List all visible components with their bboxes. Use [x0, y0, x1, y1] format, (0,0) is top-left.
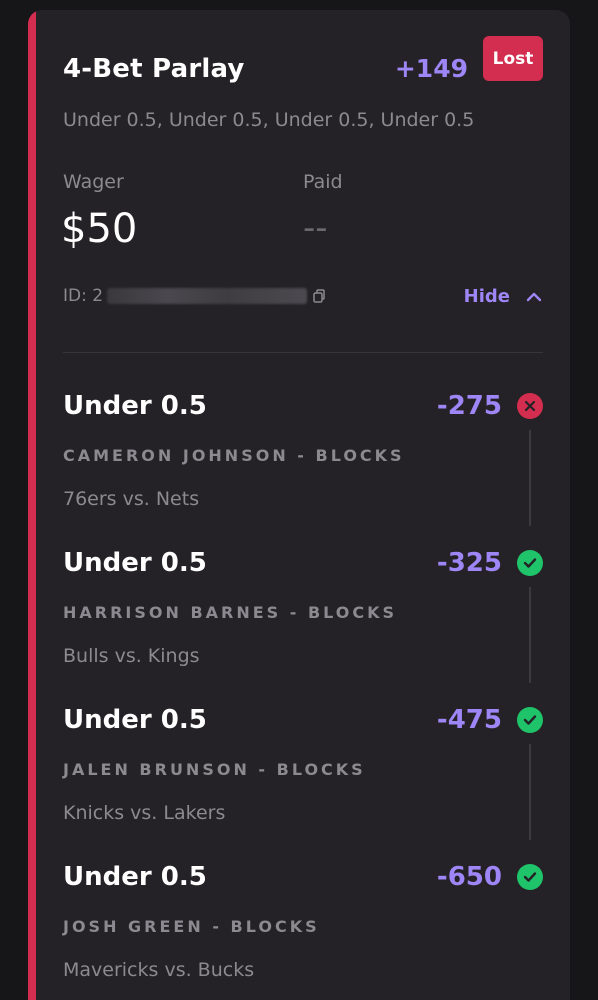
leg-player: Jalen Brunson - Blocks — [63, 760, 366, 779]
leg-player: Josh Green - Blocks — [63, 917, 320, 936]
leg-selection: Under 0.5 — [63, 862, 207, 892]
leg-game: Mavericks vs. Bucks — [63, 959, 255, 981]
x-circle-icon — [517, 393, 543, 419]
bet-card: 4-Bet Parlay +149 Lost Under 0.5, Under … — [28, 10, 570, 1000]
leg-item[interactable]: Under 0.5 -650 Josh Green - Blocks Maver… — [63, 862, 543, 1000]
leg-selection: Under 0.5 — [63, 705, 207, 735]
bet-id-redacted — [107, 288, 308, 304]
leg-odds: -475 — [436, 705, 502, 735]
hide-toggle-button[interactable]: Hide — [464, 286, 542, 307]
paid-value: -- — [303, 208, 328, 248]
leg-game: 76ers vs. Nets — [63, 488, 200, 510]
check-circle-icon — [517, 707, 543, 733]
leg-player: Harrison Barnes - Blocks — [63, 603, 398, 622]
legs-summary: Under 0.5, Under 0.5, Under 0.5, Under 0… — [63, 109, 475, 131]
check-circle-icon — [517, 864, 543, 890]
leg-odds: -325 — [436, 548, 502, 578]
parlay-odds: +149 — [394, 54, 468, 83]
wager-value: $50 — [61, 206, 138, 252]
wager-label: Wager — [63, 171, 124, 193]
hide-label: Hide — [463, 286, 510, 307]
leg-game: Knicks vs. Lakers — [63, 802, 226, 824]
paid-label: Paid — [303, 171, 343, 193]
bet-id-label: ID: 2 — [63, 286, 104, 306]
leg-odds: -275 — [436, 391, 502, 421]
bet-title: 4-Bet Parlay — [63, 54, 245, 84]
leg-item[interactable]: Under 0.5 -325 Harrison Barnes - Blocks … — [63, 548, 543, 688]
leg-game: Bulls vs. Kings — [63, 645, 200, 667]
leg-item[interactable]: Under 0.5 -275 Cameron Johnson - Blocks … — [63, 391, 543, 531]
leg-player: Cameron Johnson - Blocks — [63, 446, 405, 465]
copy-icon[interactable] — [311, 288, 327, 304]
leg-odds: -650 — [436, 862, 502, 892]
check-circle-icon — [517, 550, 543, 576]
chevron-up-icon — [526, 292, 542, 301]
leg-selection: Under 0.5 — [63, 548, 207, 578]
bet-id: ID: 2 — [63, 286, 327, 306]
status-accent-bar — [28, 10, 36, 1000]
leg-selection: Under 0.5 — [63, 391, 207, 421]
divider — [63, 352, 543, 353]
leg-item[interactable]: Under 0.5 -475 Jalen Brunson - Blocks Kn… — [63, 705, 543, 845]
status-badge: Lost — [483, 36, 543, 81]
